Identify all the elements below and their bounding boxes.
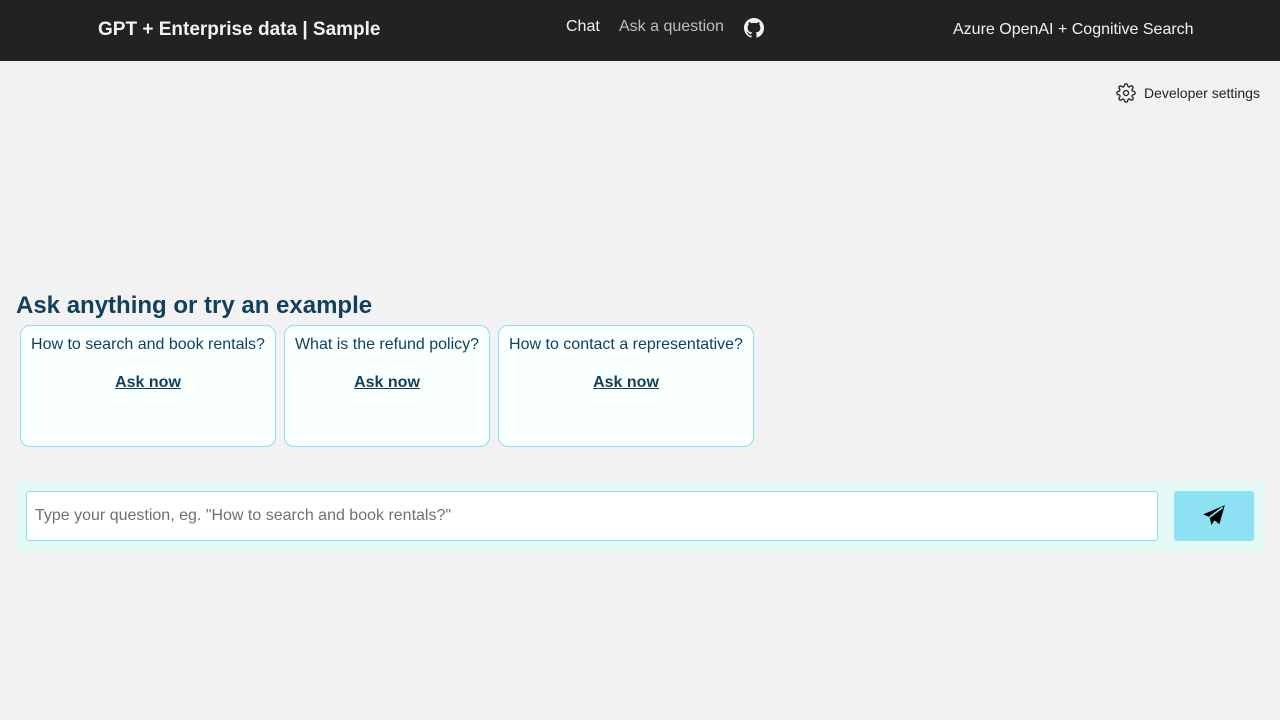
example-card[interactable]: How to search and book rentals? Ask now: [20, 325, 276, 447]
top-nav-bar: GPT + Enterprise data | Sample Chat Ask …: [0, 0, 1280, 61]
app-title[interactable]: GPT + Enterprise data | Sample: [98, 19, 381, 41]
question-input-bar: [16, 481, 1264, 551]
gear-icon: [1116, 83, 1136, 103]
example-question: How to contact a representative?: [509, 336, 743, 353]
ask-now-link[interactable]: Ask now: [285, 374, 489, 392]
example-card[interactable]: What is the refund policy? Ask now: [284, 325, 490, 447]
ask-now-link[interactable]: Ask now: [499, 374, 753, 392]
ask-now-link[interactable]: Ask now: [21, 374, 275, 392]
example-card[interactable]: How to contact a representative? Ask now: [498, 325, 754, 447]
developer-settings-label: Developer settings: [1144, 85, 1260, 101]
send-icon: [1203, 505, 1225, 526]
nav-chat-link[interactable]: Chat: [566, 18, 600, 36]
nav-ask-question-link[interactable]: Ask a question: [619, 18, 724, 36]
example-question: What is the refund policy?: [294, 336, 480, 353]
question-input[interactable]: [26, 491, 1158, 541]
page-heading: Ask anything or try an example: [16, 292, 373, 319]
github-icon[interactable]: [744, 18, 764, 38]
header-subtitle: Azure OpenAI + Cognitive Search: [953, 21, 1194, 38]
developer-settings-button[interactable]: Developer settings: [1116, 83, 1260, 103]
send-button[interactable]: [1174, 491, 1254, 541]
example-question: How to search and book rentals?: [31, 336, 265, 353]
